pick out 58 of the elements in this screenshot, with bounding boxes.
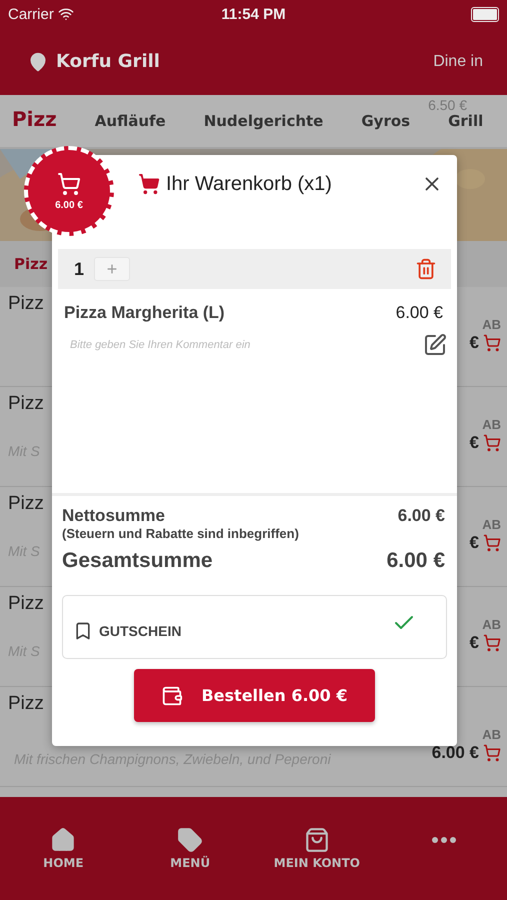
category-tab[interactable]: Gyros <box>361 114 410 147</box>
dish-title: Pizz <box>8 393 45 415</box>
nav-tab[interactable]: HOME <box>8 827 118 870</box>
delete-button[interactable] <box>415 258 437 280</box>
cart-icon <box>138 173 160 195</box>
dialog-title: Ihr Warenkorb (x1) <box>166 172 332 196</box>
edit-button[interactable] <box>423 333 447 357</box>
price-prefix: AB <box>482 727 501 743</box>
dish-price: € <box>470 332 479 353</box>
cart-icon[interactable] <box>483 534 501 552</box>
category-tab[interactable]: Grill <box>448 114 484 147</box>
cart-icon[interactable] <box>483 634 501 652</box>
carrier-label: Carrier <box>8 6 54 22</box>
cart-icon[interactable] <box>483 434 501 452</box>
quantity-value: 1 <box>74 258 84 280</box>
net-value: 6.00 € <box>398 506 445 526</box>
location-pin-icon <box>28 52 48 72</box>
nav-tab[interactable]: MENÜ <box>135 827 246 870</box>
price-prefix: AB <box>482 517 501 533</box>
battery-icon <box>471 6 499 22</box>
dish-title: Pizz <box>8 493 45 515</box>
status-time: 11:54 PM <box>221 6 286 22</box>
home-icon <box>50 827 76 853</box>
cart-amount: 6.00 € <box>55 200 83 210</box>
net-label: Nettosumme <box>62 506 165 526</box>
price-prefix: AB <box>482 617 501 633</box>
dish-title: Pizz <box>8 293 45 315</box>
total-value: 6.00 € <box>386 549 445 573</box>
wallet-icon <box>161 684 184 706</box>
dish-price: € <box>470 432 479 453</box>
item-name: Pizza Margherita (L) <box>64 303 225 323</box>
cart-icon[interactable] <box>483 334 501 352</box>
coupon-button[interactable]: GUTSCHEIN <box>62 595 447 659</box>
cart-icon[interactable] <box>483 744 501 762</box>
item-price: 6.00 € <box>396 303 443 323</box>
section-title: Pizz <box>14 255 48 273</box>
dish-title: Pizz <box>8 693 45 715</box>
dish-price: € <box>470 632 479 653</box>
dish-title: Pizz <box>8 593 45 615</box>
category-tab[interactable]: Nudelgerichte <box>204 114 324 147</box>
category-tab[interactable]: Aufläufe <box>94 114 166 147</box>
price-prefix: AB <box>482 417 501 433</box>
nav-tab[interactable]: MEIN KONTO <box>262 827 372 870</box>
restaurant-name[interactable]: Korfu Grill <box>56 51 160 72</box>
total-label: Gesamtsumme <box>62 549 213 573</box>
price-prefix: AB <box>482 317 501 333</box>
tax-note: (Steuern und Rabatte sind inbegriffen) <box>62 526 300 541</box>
more-icon <box>432 837 456 843</box>
dish-price: € <box>470 532 479 553</box>
price-hint: 6.50 € <box>428 97 467 113</box>
category-tab[interactable]: Pizz <box>12 109 57 147</box>
cart-icon <box>57 172 81 196</box>
order-button[interactable]: Bestellen 6.00 € <box>134 669 375 722</box>
order-mode[interactable]: Dine in <box>433 52 483 70</box>
dish-price: 6.00 € <box>432 742 479 763</box>
tag-icon <box>177 827 204 853</box>
bag-icon <box>304 827 330 853</box>
wifi-icon <box>58 6 74 22</box>
